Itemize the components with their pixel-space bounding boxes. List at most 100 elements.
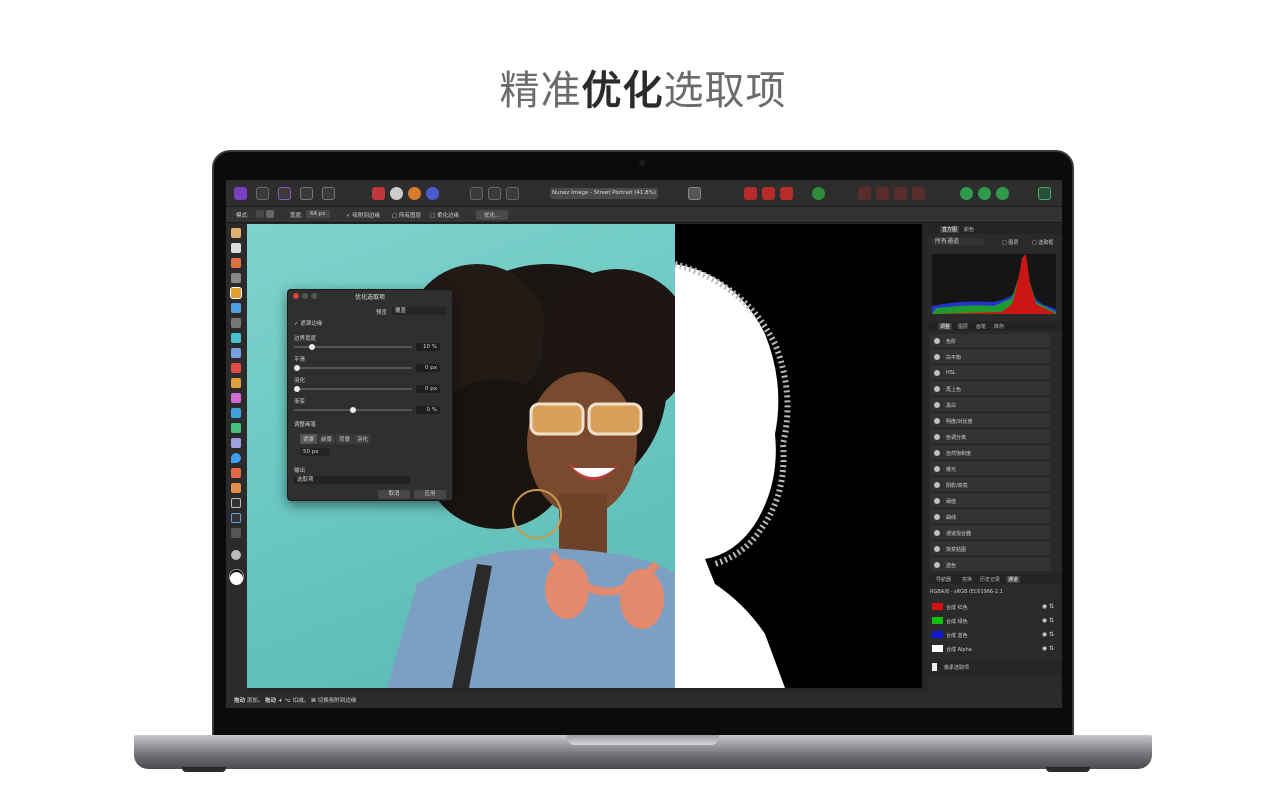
preview-select[interactable]: 覆盖 [392,307,446,315]
adjustment-item[interactable]: 色阶 [930,334,1050,348]
flood-select-tool-icon[interactable] [231,303,241,313]
smooth-knob[interactable] [294,365,300,371]
move-tool-icon[interactable] [231,243,241,253]
adjustment-item[interactable]: 再上色 [930,382,1050,396]
mesh-warp-tool-icon[interactable] [231,528,241,538]
arrange-icon[interactable] [858,187,871,200]
tab-navigator[interactable]: 导航器 [934,576,953,583]
all-layers-checkbox[interactable]: □ 所有图层 [392,211,421,219]
document-canvas[interactable]: 优化选取项 预览 覆盖 ✓ 遮罩边缘 边界宽度 10 % 平滑 0 px 羽化 … [247,224,922,688]
zoom-tool-icon[interactable] [231,550,241,560]
flip-icon[interactable] [912,187,925,200]
marquee-tool-icon[interactable] [231,318,241,328]
app-logo-icon[interactable] [234,187,247,200]
color-picker-tool-icon[interactable] [231,258,241,268]
brush-mode-background[interactable]: 背景 [336,434,354,444]
smooth-field[interactable]: 0 px [416,364,440,372]
tab-adjustments[interactable]: 调整 [938,323,953,330]
tab-history[interactable]: 历史记录 [978,576,1002,583]
tone-map-persona-icon[interactable] [300,187,313,200]
feather-slider[interactable] [294,386,412,392]
tab-brushes[interactable]: 画笔 [974,323,988,330]
marquee-checkbox[interactable]: □ 选取框 [1032,239,1053,246]
adjustment-item[interactable]: 自然饱和度 [930,446,1050,460]
channel-row[interactable]: 合成 蓝色 ◉ ⇅ [930,628,1058,641]
primary-color-swatch[interactable] [230,572,243,585]
border-width-knob[interactable] [309,344,315,350]
selection-subtract-icon[interactable] [780,187,793,200]
contrast-icon[interactable] [390,187,403,200]
text-tool-icon[interactable] [231,513,241,523]
border-width-field[interactable]: 10 % [416,343,440,351]
adjustment-item[interactable]: 渐变贴图 [930,542,1050,556]
refine-button[interactable]: 优化... [476,210,509,220]
liquify-persona-icon[interactable] [278,187,291,200]
levels-icon[interactable] [372,187,385,200]
tab-channels[interactable]: 通道 [1006,576,1021,583]
brush-mode-matte[interactable]: 遮罩 [300,434,318,444]
frame-icon[interactable] [506,187,519,200]
channel-visibility-icon[interactable]: ◉ ⇅ [1042,645,1054,652]
mode-replace-icon[interactable] [256,210,264,218]
adjustment-item[interactable]: 白平衡 [930,350,1050,364]
adjustment-item[interactable]: 曲线 [930,510,1050,524]
ramp-slider[interactable] [294,407,412,413]
ramp-knob[interactable] [350,407,356,413]
flood-fill-tool-icon[interactable] [231,333,241,343]
channel-row[interactable]: 合成 Alpha ◉ ⇅ [930,642,1058,655]
mode-add-icon[interactable] [266,210,274,218]
adjustment-item[interactable]: 曝光 [930,462,1050,476]
color-wheel-icon[interactable] [408,187,421,200]
develop-persona-icon[interactable] [256,187,269,200]
adjustment-item[interactable]: 明度/对比度 [930,414,1050,428]
drop-tool-icon[interactable] [231,453,241,463]
color-format-icon[interactable] [996,187,1009,200]
feather-knob[interactable] [294,386,300,392]
crop-tool-icon[interactable] [231,273,241,283]
tab-color[interactable]: 颜色 [962,226,976,233]
border-width-slider[interactable] [294,344,412,350]
grid-icon[interactable] [470,187,483,200]
crop-icon[interactable] [488,187,501,200]
tab-layers[interactable]: 图层 [956,323,970,330]
width-field[interactable]: 64 px [306,210,330,218]
adjustment-item[interactable]: 色调分离 [930,430,1050,444]
patch-tool-icon[interactable] [231,423,241,433]
align-icon[interactable] [876,187,889,200]
snapping-icon[interactable] [960,187,973,200]
soften-edges-checkbox[interactable]: □ 柔化边缘 [430,211,459,219]
dodge-tool-icon[interactable] [231,378,241,388]
account-icon[interactable] [1038,187,1051,200]
adjustment-item[interactable]: 阴影/高亮 [930,478,1050,492]
channel-visibility-icon[interactable]: ◉ ⇅ [1042,603,1054,610]
feather-field[interactable]: 0 px [416,385,440,393]
ramp-field[interactable]: 0 % [416,406,440,414]
apply-button[interactable]: 应用 [414,490,446,499]
quick-mask-icon[interactable] [688,187,701,200]
channel-visibility-icon[interactable]: ◉ ⇅ [1042,631,1054,638]
view-mode-icon[interactable] [978,187,991,200]
cancel-button[interactable]: 取消 [378,490,410,499]
adjustment-item[interactable]: 选色 [930,558,1050,572]
tab-histogram[interactable]: 直方图 [940,226,960,233]
brush-mode-foreground[interactable]: 前景 [318,434,336,444]
blur-tool-icon[interactable] [231,438,241,448]
paint-brush-tool-icon[interactable] [231,363,241,373]
adjustment-item[interactable]: 阈值 [930,494,1050,508]
clone-tool-icon[interactable] [231,393,241,403]
adjustment-item[interactable]: HSL [930,366,1050,380]
channel-visibility-icon[interactable]: ◉ ⇅ [1042,617,1054,624]
selection-brush-tool-icon[interactable] [230,287,242,299]
layer-checkbox[interactable]: □ 图层 [1002,239,1018,246]
adjustment-item[interactable]: 黑白 [930,398,1050,412]
node-tool-icon[interactable] [231,483,241,493]
brush-size-field[interactable]: 50 px [300,448,330,456]
healing-tool-icon[interactable] [231,408,241,418]
hand-tool-icon[interactable] [231,228,241,238]
channel-row[interactable]: 合成 红色 ◉ ⇅ [930,600,1058,613]
adjustment-item[interactable]: 通道混合器 [930,526,1050,540]
smooth-slider[interactable] [294,365,412,371]
assistant-icon[interactable] [812,187,825,200]
channel-row[interactable]: 合成 绿色 ◉ ⇅ [930,614,1058,627]
tab-stock[interactable]: 库存 [992,323,1006,330]
